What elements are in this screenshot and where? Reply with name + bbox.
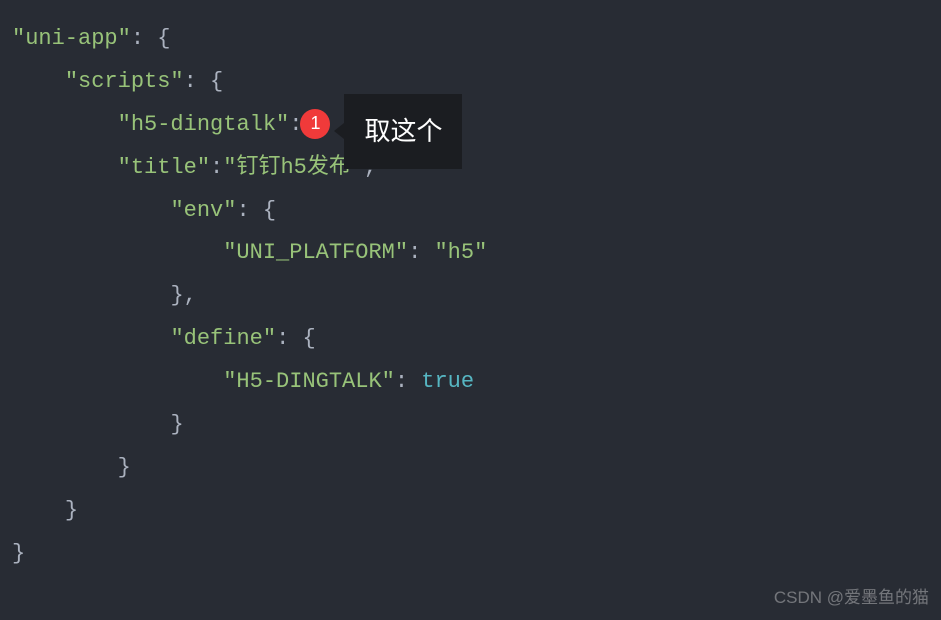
- json-key: "define": [170, 326, 276, 351]
- json-key: "H5-DINGTALK": [223, 369, 395, 394]
- code-line-8: "define": {: [12, 318, 929, 361]
- json-key: "title": [118, 155, 210, 180]
- json-key: "env": [170, 198, 236, 223]
- code-line-7: },: [12, 275, 929, 318]
- code-line-5: "env": {: [12, 190, 929, 233]
- json-punct: }: [170, 412, 183, 437]
- code-line-13: }: [12, 533, 929, 576]
- watermark-text: CSDN @爱墨鱼的猫: [774, 581, 929, 614]
- code-line-9: "H5-DINGTALK": true: [12, 361, 929, 404]
- code-line-12: }: [12, 490, 929, 533]
- json-boolean: true: [421, 369, 474, 394]
- json-punct: }: [65, 498, 78, 523]
- annotation-tooltip: 取这个: [344, 94, 462, 169]
- json-punct: }: [118, 455, 131, 480]
- json-key: "scripts": [65, 69, 184, 94]
- code-line-1: "uni-app": {: [12, 18, 929, 61]
- json-punct: : {: [236, 198, 276, 223]
- json-punct: :: [408, 240, 434, 265]
- json-key: "uni-app": [12, 26, 131, 51]
- code-line-6: "UNI_PLATFORM": "h5": [12, 232, 929, 275]
- code-line-11: }: [12, 447, 929, 490]
- code-line-3: "h5-dingtalk":1取这个: [12, 104, 929, 147]
- json-punct: : {: [276, 326, 316, 351]
- annotation-badge: 1: [300, 109, 330, 139]
- json-punct: : {: [131, 26, 171, 51]
- json-punct: },: [170, 283, 196, 308]
- json-punct: :: [395, 369, 421, 394]
- code-line-4: "title":"钉钉h5发布",: [12, 147, 929, 190]
- json-key: "h5-dingtalk": [118, 112, 290, 137]
- code-block: "uni-app": { "scripts": { "h5-dingtalk":…: [12, 18, 929, 576]
- json-punct: :: [210, 155, 223, 180]
- json-string: "h5": [434, 240, 487, 265]
- json-string: "钉钉h5发布": [223, 155, 364, 180]
- code-line-2: "scripts": {: [12, 61, 929, 104]
- json-key: "UNI_PLATFORM": [223, 240, 408, 265]
- json-punct: }: [12, 541, 25, 566]
- code-line-10: }: [12, 404, 929, 447]
- json-punct: : {: [184, 69, 224, 94]
